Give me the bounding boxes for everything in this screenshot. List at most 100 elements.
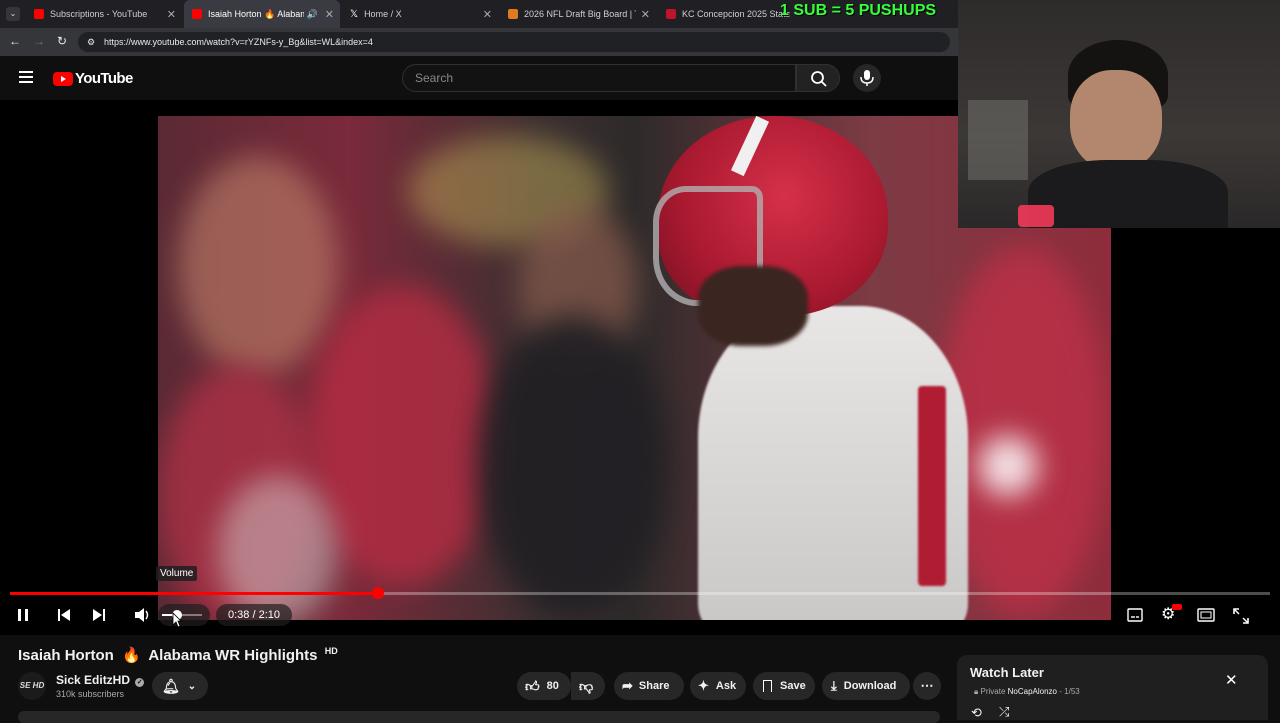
shuffle-icon: ⤮ xyxy=(999,704,1010,719)
close-tab-icon[interactable]: ✕ xyxy=(167,8,176,21)
close-tab-icon[interactable]: ✕ xyxy=(483,8,492,21)
tab-list-chevron-icon[interactable]: ⌄ xyxy=(6,7,20,21)
bell-icon: 🔔︎ xyxy=(162,677,180,694)
loop-icon: ⟲ xyxy=(971,705,982,720)
back-arrow-icon[interactable]: ← xyxy=(9,34,21,48)
subtitles-button[interactable] xyxy=(1127,608,1143,622)
stream-overlay-text: 1 SUB = 5 PUSHUPS xyxy=(780,2,937,19)
search-icon xyxy=(811,71,827,87)
browser-tab-subscriptions[interactable]: Subscriptions - YouTube ✕ xyxy=(26,0,182,28)
shuffle-button[interactable]: ⤮ xyxy=(999,704,1009,720)
progress-bar[interactable] xyxy=(10,587,1270,599)
url-field[interactable]: ⚙ https://www.youtube.com/watch?v=rYZNFs… xyxy=(78,32,950,52)
skip-next-icon xyxy=(93,609,105,621)
save-button[interactable]: Save xyxy=(753,672,815,700)
youtube-favicon-icon xyxy=(192,9,202,19)
speaker-icon[interactable]: 🔊 xyxy=(307,9,318,20)
microphone-icon xyxy=(860,70,874,86)
close-tab-icon[interactable]: ✕ xyxy=(641,8,650,21)
description-box-top[interactable] xyxy=(18,711,940,723)
privacy-label: Private xyxy=(980,687,1006,696)
watch-later-panel: Watch Later 🔒︎ Private NoCapAlonzo - 1/5… xyxy=(957,655,1268,720)
tab-label: KC Concepcion 2025 Stats pe xyxy=(682,9,790,19)
progress-bar-fill xyxy=(10,592,378,595)
webcam-overlay xyxy=(958,0,1280,228)
playlist-meta: 🔒︎ Private NoCapAlonzo - 1/53 xyxy=(974,687,1080,697)
jersey-number xyxy=(918,386,946,586)
youtube-logo[interactable]: YouTube xyxy=(53,70,133,87)
url-text: https://www.youtube.com/watch?v=rYZNFs-y… xyxy=(104,37,373,47)
pause-button[interactable] xyxy=(16,607,30,623)
webcam-person-face xyxy=(1070,70,1162,170)
next-button[interactable] xyxy=(91,607,107,623)
tab-label: Subscriptions - YouTube xyxy=(50,9,148,19)
search-button[interactable] xyxy=(796,64,840,92)
channel-avatar[interactable]: SE HD xyxy=(18,672,46,700)
like-button[interactable]: 👍︎ 80 xyxy=(517,672,571,700)
youtube-logo-text: YouTube xyxy=(75,70,133,87)
tankathon-favicon-icon xyxy=(508,9,518,19)
lock-icon: 🔒︎ xyxy=(974,687,979,696)
pause-icon xyxy=(18,609,21,621)
notification-bell-button[interactable]: 🔔︎ ⌄ xyxy=(152,672,208,700)
reload-icon[interactable]: ↻ xyxy=(57,34,67,48)
dislike-button[interactable]: 👎︎ xyxy=(571,672,605,700)
time-display: 0:38 / 2:10 xyxy=(216,604,292,626)
close-icon: ✕ xyxy=(1225,672,1238,689)
tab-label: Home / X xyxy=(364,9,402,19)
tab-label: 2026 NFL Draft Big Board | Tan xyxy=(524,9,636,19)
playlist-position: 1/53 xyxy=(1064,687,1080,696)
video-title: Isaiah Horton 🔥 Alabama WR Highlights HD xyxy=(18,646,338,664)
fullscreen-button[interactable] xyxy=(1233,608,1249,624)
browser-tab-kc-concepcion[interactable]: KC Concepcion 2025 Stats pe xyxy=(658,0,798,28)
mouse-cursor-icon xyxy=(172,612,182,628)
ask-button[interactable]: ✦ Ask xyxy=(690,672,746,700)
volume-slider[interactable] xyxy=(158,604,210,626)
theater-mode-button[interactable] xyxy=(1197,608,1215,622)
skip-previous-icon xyxy=(58,609,70,621)
browser-tab-isaiah-horton[interactable]: Isaiah Horton 🔥 Alabama 🔊 ✕ xyxy=(184,0,340,28)
more-actions-button[interactable]: ⋯ xyxy=(913,672,941,700)
voice-search-button[interactable] xyxy=(853,64,881,92)
close-tab-icon[interactable]: ✕ xyxy=(325,8,334,21)
youtube-favicon-icon xyxy=(34,9,44,19)
meta-separator: - xyxy=(1059,687,1062,696)
webcam-person-body xyxy=(1028,160,1228,228)
progress-scrubber-handle[interactable] xyxy=(371,587,384,599)
player-face xyxy=(698,266,808,346)
verified-check-icon: ✓ xyxy=(135,678,145,687)
settings-button[interactable]: ⚙ xyxy=(1161,604,1182,624)
download-button[interactable]: ⤓ Download xyxy=(822,672,910,700)
share-icon: ➦ xyxy=(622,678,633,693)
browser-address-bar: ← → ↻ ⚙ https://www.youtube.com/watch?v=… xyxy=(0,28,958,56)
share-button[interactable]: ➦ Share xyxy=(614,672,684,700)
x-favicon-icon: 𝕏 xyxy=(350,9,359,20)
share-label: Share xyxy=(638,680,670,692)
search-input[interactable]: Search xyxy=(402,64,796,92)
thumbs-up-icon: 👍︎ xyxy=(525,677,540,694)
sparkle-icon: ✦ xyxy=(698,678,709,693)
bookmark-icon xyxy=(763,680,772,692)
site-info-icon[interactable]: ⚙ xyxy=(87,32,95,52)
previous-button[interactable] xyxy=(56,607,72,623)
thumbs-down-icon: 👎︎ xyxy=(579,677,594,694)
browser-tab-nfl-draft[interactable]: 2026 NFL Draft Big Board | Tan ✕ xyxy=(500,0,656,28)
channel-name[interactable]: Sick EditzHD ✓ xyxy=(56,673,145,687)
subtitles-icon xyxy=(1127,608,1143,622)
volume-icon xyxy=(135,608,149,622)
like-count: 80 xyxy=(546,680,559,692)
webcam-light xyxy=(1018,205,1054,227)
theater-mode-icon xyxy=(1197,608,1215,622)
forward-arrow-icon[interactable]: → xyxy=(33,34,45,48)
hamburger-menu-icon[interactable] xyxy=(19,71,33,83)
mute-button[interactable] xyxy=(134,607,152,623)
save-label: Save xyxy=(780,680,806,692)
youtube-play-logo-icon xyxy=(53,71,73,86)
webcam-window xyxy=(968,100,1028,180)
playlist-owner[interactable]: NoCapAlonzo xyxy=(1008,687,1057,696)
fire-emoji-icon: 🔥 xyxy=(122,647,141,664)
loop-button[interactable]: ⟲ xyxy=(971,705,982,721)
close-playlist-button[interactable]: ✕ xyxy=(1225,671,1241,689)
hd-label: HD xyxy=(324,646,338,656)
browser-tab-x-home[interactable]: 𝕏 Home / X ✕ xyxy=(342,0,498,28)
